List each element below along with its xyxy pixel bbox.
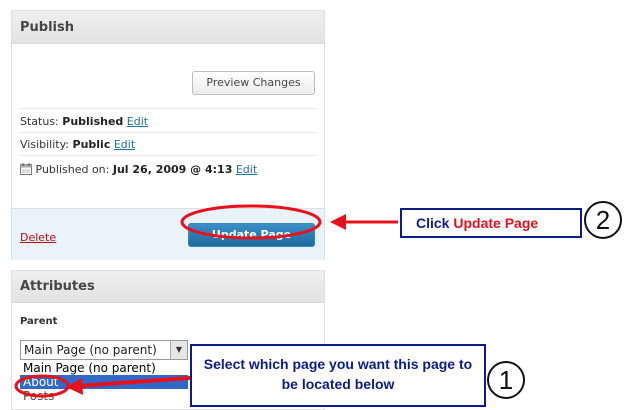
callout-step-2: Click Update Page xyxy=(400,208,582,238)
parent-option-selected[interactable]: About xyxy=(20,375,188,389)
parent-option[interactable]: Posts xyxy=(20,389,188,403)
status-row: Status: Published Edit xyxy=(20,115,148,128)
parent-select-value: Main Page (no parent) xyxy=(24,343,157,357)
major-publishing-actions: Delete Update Page xyxy=(12,208,324,260)
publish-box: Publish Preview Changes Status: Publishe… xyxy=(11,10,325,260)
calendar-icon xyxy=(20,163,32,178)
divider xyxy=(20,108,316,109)
callout-step-2-highlight: Update Page xyxy=(453,215,539,231)
published-on-row: Published on: Jul 26, 2009 @ 4:13 Edit xyxy=(20,163,257,178)
edit-published-link[interactable]: Edit xyxy=(236,163,257,176)
status-value: Published xyxy=(62,115,124,128)
edit-visibility-link[interactable]: Edit xyxy=(114,138,135,151)
attributes-box-title: Attributes xyxy=(12,271,324,303)
arrowhead xyxy=(330,214,346,230)
visibility-label: Visibility: xyxy=(20,138,70,151)
parent-label: Parent xyxy=(20,316,58,327)
visibility-value: Public xyxy=(72,138,111,151)
published-value: Jul 26, 2009 @ 4:13 xyxy=(112,163,233,176)
parent-select[interactable]: Main Page (no parent) ▼ xyxy=(20,340,188,360)
visibility-row: Visibility: Public Edit xyxy=(20,138,135,151)
publish-box-title: Publish xyxy=(12,11,324,44)
step-number-2: 2 xyxy=(584,201,622,239)
divider xyxy=(20,132,316,133)
divider xyxy=(20,155,316,156)
status-label: Status: xyxy=(20,115,59,128)
published-label: Published on: xyxy=(35,163,110,176)
preview-changes-button[interactable]: Preview Changes xyxy=(192,71,315,95)
callout-step-2-prefix: Click xyxy=(416,215,454,231)
edit-status-link[interactable]: Edit xyxy=(127,115,148,128)
callout-step-1: Select which page you want this page to … xyxy=(190,344,486,407)
parent-option[interactable]: Main Page (no parent) xyxy=(20,361,188,375)
chevron-down-icon[interactable]: ▼ xyxy=(170,341,187,359)
delete-link[interactable]: Delete xyxy=(20,231,56,244)
update-page-button[interactable]: Update Page xyxy=(188,223,315,247)
step-number-1: 1 xyxy=(487,361,525,399)
callout-step-1-text: Select which page you want this page to … xyxy=(203,356,473,392)
